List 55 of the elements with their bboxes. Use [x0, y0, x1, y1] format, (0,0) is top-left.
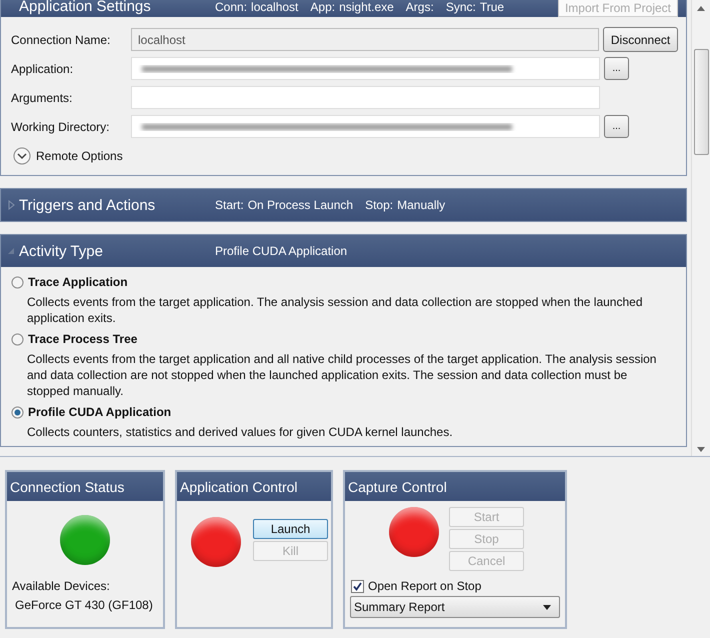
device-name: GeForce GT 430 (GF108) — [15, 598, 154, 612]
option-description: Collects counters, statistics and derived values for given CUDA kernel launches. — [27, 424, 454, 440]
option-label[interactable]: Profile CUDA Application — [28, 405, 172, 419]
option-description: Collects events from the target application and all native child processes of the target application. The analysis session and data collection are not stopped when the launched application exits. The session and data collection must be stopped manually. — [27, 351, 658, 399]
radio-button[interactable] — [11, 332, 24, 346]
expander-icon[interactable] — [7, 246, 15, 256]
scroll-thumb[interactable] — [694, 49, 708, 155]
summary-label: Args: — [406, 0, 434, 14]
option-label[interactable]: Trace Process Tree — [28, 332, 138, 346]
field-label: Connection Name: — [11, 32, 112, 46]
radio-button[interactable] — [11, 276, 24, 288]
input-field[interactable] — [131, 57, 600, 80]
summary-value: On Process Launch — [248, 198, 354, 212]
input-field[interactable]: localhost — [131, 28, 600, 51]
section-title: Application Settings — [19, 0, 152, 15]
section-title: Triggers and Actions — [19, 196, 156, 214]
summary-label: Conn: — [215, 0, 248, 14]
section-header[interactable]: Activity Type Profile CUDA Application — [1, 235, 686, 267]
report-dropdown[interactable]: Summary Report — [350, 596, 560, 618]
field-label: Application: — [11, 62, 74, 76]
devices-label: Available Devices: — [12, 579, 111, 593]
expand-chevron-icon[interactable] — [13, 147, 31, 165]
panel-title: Connection Status — [7, 472, 163, 501]
summary-label: App: — [310, 0, 336, 14]
scroll-up-icon[interactable] — [697, 6, 705, 11]
scrollbar[interactable] — [691, 0, 710, 456]
checkbox-label[interactable]: Open Report on Stop — [368, 579, 482, 593]
input-field[interactable] — [131, 115, 600, 138]
summary-value: Profile CUDA Application — [215, 244, 348, 258]
section-title: Activity Type — [19, 242, 104, 260]
checkbox[interactable] — [351, 580, 364, 592]
scroll-down-icon[interactable] — [697, 447, 705, 452]
option-label[interactable]: Trace Application — [28, 275, 128, 289]
dropdown-arrow-icon — [543, 604, 551, 610]
field-button[interactable]: Disconnect — [603, 27, 678, 52]
summary-value: True — [480, 0, 504, 14]
field-button[interactable]: ... — [604, 57, 629, 80]
option-description: Collects events from the target application. The analysis session and data collection are stopped when the launched application exits. — [27, 294, 644, 326]
summary-value: Manually — [397, 198, 446, 212]
control-button[interactable]: Launch — [253, 519, 328, 539]
summary-value: localhost — [251, 0, 298, 14]
field-label: Working Directory: — [11, 120, 110, 134]
summary-label: Stop: — [365, 198, 394, 212]
panel-title: Capture Control — [345, 472, 565, 501]
input-field[interactable] — [131, 86, 600, 109]
remote-options-label[interactable]: Remote Options — [36, 149, 123, 163]
field-label: Arguments: — [11, 90, 74, 104]
section-header[interactable]: Triggers and Actions Start: On Process Launch Stop: Manually — [1, 189, 686, 221]
panel-title: Application Control — [177, 472, 331, 501]
summary-value: nsight.exe — [339, 0, 394, 14]
field-button[interactable]: ... — [604, 115, 629, 138]
expander-icon[interactable] — [7, 200, 15, 210]
summary-label: Start: — [215, 198, 244, 212]
radio-button[interactable] — [11, 406, 24, 418]
summary-label: Sync: — [446, 0, 476, 14]
